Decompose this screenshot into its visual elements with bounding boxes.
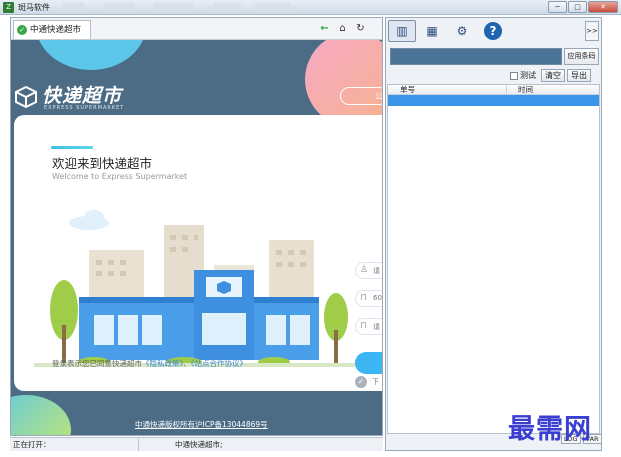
announcement-pill[interactable]: 公 (340, 87, 382, 105)
code-placeholder: 60 (373, 294, 382, 302)
welcome-subtitle: Welcome to Express Supermarket (52, 172, 188, 181)
barcode-input[interactable] (390, 48, 562, 65)
decor-circle (36, 40, 146, 70)
column-header-time[interactable]: 时间 (518, 85, 533, 95)
browser-tabbar: ✓ 中通快递超市 ← ⌂ ↻ (11, 18, 382, 40)
logo-text: 快递超市 (42, 85, 123, 107)
status-bar: 正在打开： 中通快递超市; (10, 437, 383, 451)
help-icon[interactable]: ? (484, 22, 502, 40)
test-checkbox[interactable] (510, 71, 518, 80)
agreement-text: 登录表示您已同意快递超市《隐私政策》、《站点合作协议》 (52, 358, 247, 369)
column-divider (506, 85, 507, 95)
status-opening-label: 正在打开： (13, 440, 51, 449)
user-icon: ♙ (360, 265, 369, 275)
status-page-name: 中通快递超市; (175, 440, 223, 449)
home-icon[interactable]: ⌂ (335, 21, 350, 36)
remember-check-icon[interactable]: ✓ (355, 376, 367, 388)
privacy-policy-link[interactable]: 《隐私政策》 (142, 359, 183, 368)
export-button[interactable]: 导出 (567, 69, 591, 82)
blurred-menu-item[interactable] (255, 2, 291, 12)
check-icon: ✓ (17, 25, 27, 35)
welcome-title: 欢迎来到快递超市 (52, 156, 153, 171)
box-logo-icon (15, 85, 37, 109)
minimize-button[interactable]: ─ (548, 1, 567, 13)
login-button[interactable] (355, 352, 382, 374)
supermarket-illustration (34, 210, 364, 367)
window-title: 斑马软件 (18, 3, 50, 12)
accent-bar (51, 146, 93, 149)
scan-toolbar: ▥ ▦ ⚙ ? >> (386, 18, 601, 44)
blurred-menu-item[interactable] (154, 2, 194, 12)
decor-circle (11, 395, 71, 435)
scan-panel: ▥ ▦ ⚙ ? >> 应用条码 测试 清空 导出 单号 时间 (385, 17, 602, 451)
close-button[interactable]: ✕ (588, 1, 618, 13)
announcement-text: 公 (375, 92, 382, 101)
chart-icon[interactable]: ▦ (418, 20, 446, 42)
watermark-logo: 最需网 (508, 414, 592, 445)
lock-icon: ⊓ (360, 293, 368, 303)
app-icon: Z (3, 2, 14, 13)
maximize-button[interactable]: □ (568, 1, 587, 13)
status-divider (138, 439, 139, 451)
gear-icon[interactable]: ⚙ (448, 20, 476, 42)
lock-icon: ⊓ (360, 321, 368, 331)
site-cooperation-link[interactable]: 《站点合作协议》 (191, 359, 247, 368)
more-button[interactable]: >> (585, 21, 599, 41)
column-header-order-no[interactable]: 单号 (400, 85, 415, 95)
nav-buttons: ← ⌂ ↻ (317, 21, 368, 36)
barcode-icon[interactable]: ▥ (388, 20, 416, 42)
remember-label: 下 (372, 378, 379, 386)
password-placeholder: 请 (373, 323, 380, 331)
decor-circle (305, 40, 382, 127)
scan-records-table: 单号 时间 (387, 84, 600, 434)
blurred-menu-item[interactable] (104, 2, 134, 12)
table-row[interactable] (388, 95, 599, 106)
table-header: 单号 时间 (388, 85, 599, 95)
window-titlebar: Z 斑马软件 ─ □ ✕ (0, 0, 621, 15)
browser-tab[interactable]: ✓ 中通快递超市 (13, 20, 91, 39)
window-controls: ─ □ ✕ (548, 1, 618, 13)
refresh-icon[interactable]: ↻ (353, 21, 368, 36)
clear-button[interactable]: 清空 (541, 69, 565, 82)
icp-link[interactable]: 中通快递版权所有沪ICP备13044869号 (135, 419, 268, 430)
back-arrow-icon[interactable]: ← (317, 21, 332, 36)
browser-pane: ✓ 中通快递超市 ← ⌂ ↻ 快递超市 EXPRESS SUPERMARKET … (10, 17, 383, 436)
webpage-view: 快递超市 EXPRESS SUPERMARKET 公 欢迎来到快递超市 Welc… (11, 40, 382, 435)
agreement-prefix: 登录表示您已同意快递超市 (52, 359, 142, 368)
username-placeholder: 请 (373, 267, 380, 275)
logo-subtext: EXPRESS SUPERMARKET (44, 105, 125, 111)
test-row: 测试 清空 导出 (510, 69, 591, 82)
agreement-separator: 、 (183, 359, 191, 368)
blurred-menu-item[interactable] (213, 2, 241, 12)
username-input[interactable]: ♙ 请 (355, 262, 382, 279)
code-input[interactable]: ⊓ 60 (355, 290, 382, 307)
password-input[interactable]: ⊓ 请 (355, 318, 382, 335)
express-supermarket-logo: 快递超市 EXPRESS SUPERMARKET (14, 81, 174, 113)
welcome-card: 欢迎来到快递超市 Welcome to Express Supermarket (14, 115, 382, 391)
browser-tab-label: 中通快递超市 (30, 25, 82, 35)
test-label: 测试 (520, 71, 536, 80)
apply-barcode-button[interactable]: 应用条码 (564, 48, 599, 65)
blurred-menu-item[interactable] (62, 2, 84, 12)
